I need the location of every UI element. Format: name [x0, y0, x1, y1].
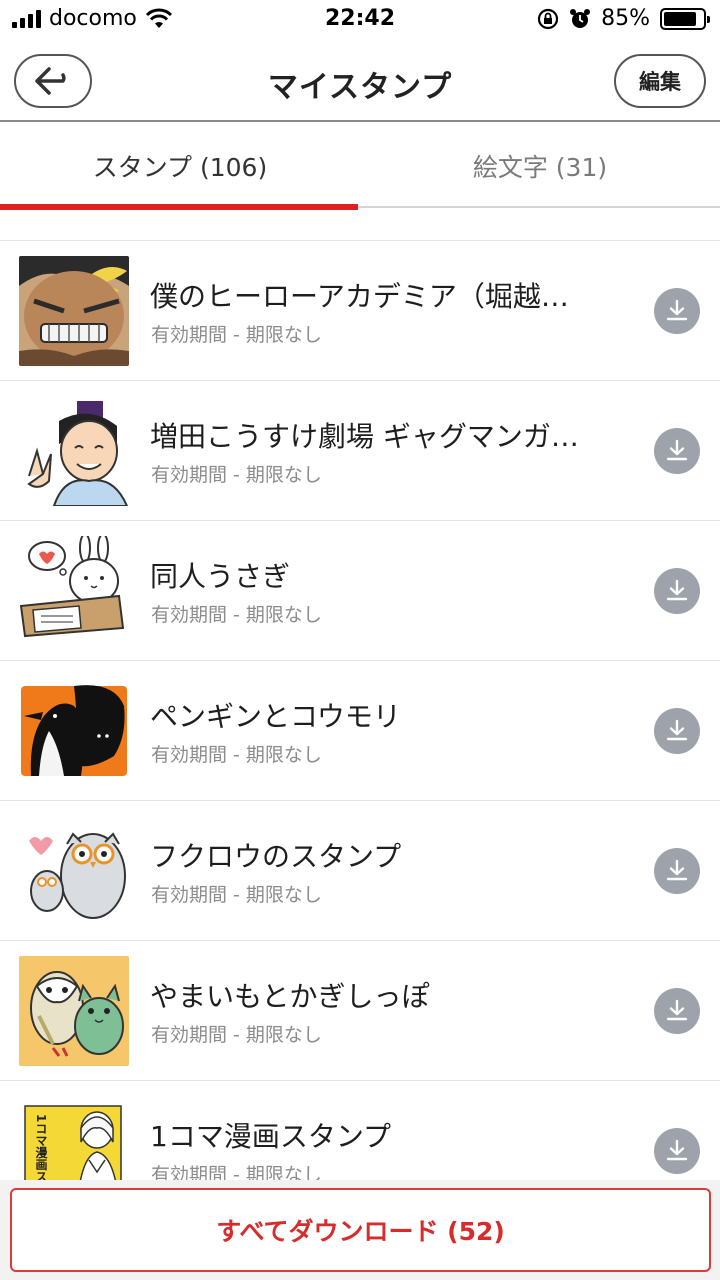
download-all-button[interactable]: すべてダウンロード (52) [10, 1188, 711, 1272]
item-validity: 有効期間 - 期限なし [151, 1024, 322, 1046]
item-title: ペンギンとコウモリ [150, 700, 401, 733]
owl-thumbnail-icon [19, 816, 129, 926]
alarm-icon [570, 8, 591, 28]
bottom-bar: すべてダウンロード (52) [0, 1180, 720, 1280]
item-validity: 有効期間 - 期限なし [151, 464, 322, 486]
download-icon [666, 719, 688, 741]
penguin-bat-thumbnail-icon [19, 676, 129, 786]
item-title: 増田こうすけ劇場 ギャグマンガ… [150, 420, 579, 453]
hero-face-thumbnail-icon [19, 256, 129, 366]
edit-button[interactable]: 編集 [614, 54, 706, 108]
item-validity: 有効期間 - 期限なし [151, 604, 322, 626]
download-button[interactable] [654, 568, 700, 614]
tab-emoji[interactable]: 絵文字 (31) [360, 124, 720, 208]
list-item[interactable]: 同人うさぎ 有効期間 - 期限なし [0, 521, 720, 661]
battery-percent: 85% [601, 6, 650, 31]
status-bar: docomo 22:42 85% [0, 0, 720, 40]
rotation-lock-icon [537, 8, 559, 29]
owl-cat-thumbnail-icon [19, 956, 129, 1066]
download-button[interactable] [654, 708, 700, 754]
item-title: 僕のヒーローアカデミア（堀越… [150, 280, 569, 313]
item-validity: 有効期間 - 期限なし [151, 324, 322, 346]
list-item[interactable]: やまいもとかぎしっぽ 有効期間 - 期限なし [0, 941, 720, 1081]
download-button[interactable] [654, 988, 700, 1034]
list-item[interactable]: 僕のヒーローアカデミア（堀越… 有効期間 - 期限なし [0, 241, 720, 381]
list-item[interactable]: 増田こうすけ劇場 ギャグマンガ… 有効期間 - 期限なし [0, 381, 720, 521]
item-title: やまいもとかぎしっぽ [150, 980, 430, 1013]
battery-icon [660, 7, 710, 30]
nav-bar: マイスタンプ 編集 [0, 40, 720, 122]
tab-bar: スタンプ (106) 絵文字 (31) [0, 124, 720, 210]
download-icon [666, 859, 688, 881]
rabbit-thumbnail-icon [19, 536, 129, 646]
download-icon [666, 1139, 688, 1161]
list-item[interactable]: ペンギンとコウモリ 有効期間 - 期限なし [0, 661, 720, 801]
item-validity: 有効期間 - 期限なし [151, 744, 322, 766]
download-button[interactable] [654, 428, 700, 474]
download-icon [666, 999, 688, 1021]
download-icon [666, 579, 688, 601]
list-item[interactable]: フクロウのスタンプ 有効期間 - 期限なし [0, 801, 720, 941]
download-button[interactable] [654, 1128, 700, 1174]
download-button[interactable] [654, 848, 700, 894]
sticker-list: 僕のヒーローアカデミア（堀越… 有効期間 - 期限なし 増田こうすけ劇場 ギャグ… [0, 241, 720, 1221]
status-right: 85% [537, 6, 710, 31]
download-button[interactable] [654, 288, 700, 334]
tab-stickers[interactable]: スタンプ (106) [0, 124, 360, 210]
item-title: フクロウのスタンプ [150, 840, 402, 873]
item-validity: 有効期間 - 期限なし [151, 884, 322, 906]
download-icon [666, 439, 688, 461]
item-title: 1コマ漫画スタンプ [150, 1120, 391, 1153]
battery-fill [664, 11, 697, 26]
page-title: マイスタンプ [267, 70, 453, 105]
smiling-man-thumbnail-icon [19, 396, 129, 506]
download-icon [666, 299, 688, 321]
item-title: 同人うさぎ [150, 560, 291, 593]
